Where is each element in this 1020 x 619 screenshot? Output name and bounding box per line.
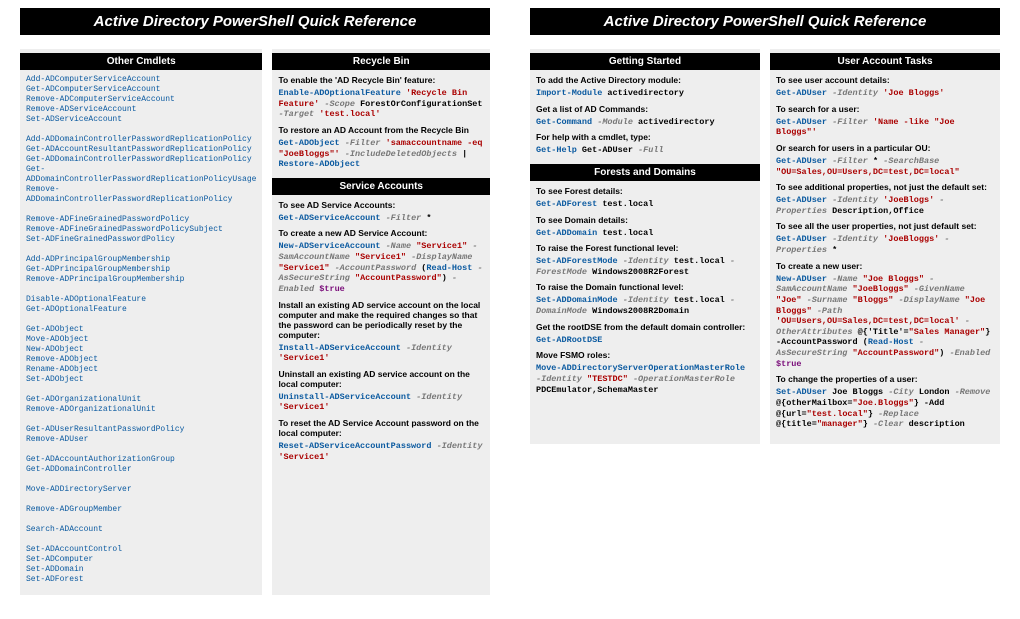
right-col2: User Account Tasks To see user account d…	[770, 49, 1000, 444]
code: Install-ADServiceAccount -Identity 'Serv…	[278, 343, 484, 364]
desc: To restore an AD Account from the Recycl…	[278, 125, 484, 135]
code: Reset-ADServiceAccountPassword -Identity…	[278, 441, 484, 462]
cmdlet-list: Add-ADComputerServiceAccountGet-ADComput…	[26, 75, 256, 585]
desc: Get a list of AD Commands:	[536, 104, 754, 114]
code: Get-Help Get-ADUser -Full	[536, 145, 754, 156]
right-col1: Getting Started To add the Active Direct…	[530, 49, 760, 444]
desc: Or search for users in a particular OU:	[776, 143, 994, 153]
section-header: Recycle Bin	[272, 53, 490, 70]
document: Active Directory PowerShell Quick Refere…	[0, 0, 1020, 603]
code: Get-ADRootDSE	[536, 335, 754, 346]
desc: Get the rootDSE from the default domain …	[536, 322, 754, 332]
section-header: Forests and Domains	[530, 164, 760, 181]
code: Move-ADDirectoryServerOperationMasterRol…	[536, 363, 754, 395]
desc: Install an existing AD service account o…	[278, 300, 484, 340]
code: Set-ADUser Joe Bloggs -City London -Remo…	[776, 387, 994, 430]
code: Uninstall-ADServiceAccount -Identity 'Se…	[278, 392, 484, 413]
code: Get-ADForest test.local	[536, 199, 754, 210]
desc: To add the Active Directory module:	[536, 75, 754, 85]
desc: To see Domain details:	[536, 215, 754, 225]
desc: To see AD Service Accounts:	[278, 200, 484, 210]
desc: To see Forest details:	[536, 186, 754, 196]
code: Get-ADUser -Identity 'JoeBlogs' -Propert…	[776, 195, 994, 216]
code: Get-Command -Module activedirectory	[536, 117, 754, 128]
desc: To raise the Forest functional level:	[536, 243, 754, 253]
page-right: Active Directory PowerShell Quick Refere…	[530, 8, 1000, 595]
desc: For help with a cmdlet, type:	[536, 132, 754, 142]
desc: To raise the Domain functional level:	[536, 282, 754, 292]
code: Get-ADUser -Filter 'Name -like "Joe Blog…	[776, 117, 994, 138]
desc: To enable the 'AD Recycle Bin' feature:	[278, 75, 484, 85]
code: Get-ADUser -Filter * -SearchBase "OU=Sal…	[776, 156, 994, 177]
left-col1: Other Cmdlets Add-ADComputerServiceAccou…	[20, 49, 262, 595]
code: Get-ADUser -Identity 'Joe Bloggs'	[776, 88, 994, 99]
title-left: Active Directory PowerShell Quick Refere…	[20, 8, 490, 35]
section-header: Other Cmdlets	[20, 53, 262, 70]
code: Import-Module activedirectory	[536, 88, 754, 99]
desc: To see user account details:	[776, 75, 994, 85]
code: Get-ADUser -Identity 'JoeBloggs' -Proper…	[776, 234, 994, 255]
title-right: Active Directory PowerShell Quick Refere…	[530, 8, 1000, 35]
desc: To search for a user:	[776, 104, 994, 114]
section-header: Getting Started	[530, 53, 760, 70]
section-header: User Account Tasks	[770, 53, 1000, 70]
code: Get-ADDomain test.local	[536, 228, 754, 239]
code: Set-ADForestMode -Identity test.local -F…	[536, 256, 754, 277]
section-header: Service Accounts	[272, 178, 490, 195]
desc: Move FSMO roles:	[536, 350, 754, 360]
desc: To reset the AD Service Account password…	[278, 418, 484, 438]
desc: To change the properties of a user:	[776, 374, 994, 384]
code: Get-ADServiceAccount -Filter *	[278, 213, 484, 224]
code: Get-ADObject -Filter 'samaccountname -eq…	[278, 138, 484, 170]
desc: Uninstall an existing AD service account…	[278, 369, 484, 389]
left-col2: Recycle Bin To enable the 'AD Recycle Bi…	[272, 49, 490, 595]
desc: To see additional properties, not just t…	[776, 182, 994, 192]
desc: To create a new AD Service Account:	[278, 228, 484, 238]
desc: To see all the user properties, not just…	[776, 221, 994, 231]
page-left: Active Directory PowerShell Quick Refere…	[20, 8, 490, 595]
code: New-ADUser -Name "Joe Bloggs" -SamAccoun…	[776, 274, 994, 370]
desc: To create a new user:	[776, 261, 994, 271]
code: Set-ADDomainMode -Identity test.local -D…	[536, 295, 754, 316]
code: New-ADServiceAccount -Name "Service1" -S…	[278, 241, 484, 294]
code: Enable-ADOptionalFeature 'Recycle Bin Fe…	[278, 88, 484, 120]
